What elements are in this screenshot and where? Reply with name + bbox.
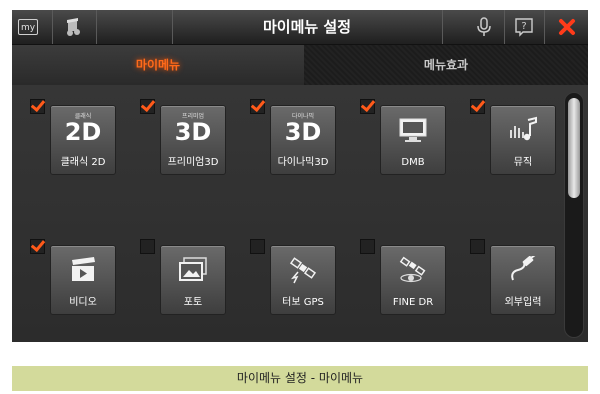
music-player-icon[interactable] — [64, 17, 86, 37]
menu-item-dmb[interactable]: DMB — [356, 99, 461, 199]
monitor-icon — [399, 118, 427, 142]
checkbox[interactable] — [140, 99, 155, 114]
satellite-icon — [289, 257, 317, 284]
menu-item-turbogps[interactable]: 터보 GPS — [246, 239, 351, 339]
menu-item-external[interactable]: 외부입력 — [466, 239, 571, 339]
menu-tile[interactable]: 포토 — [160, 245, 226, 315]
tile-mode: 3D — [174, 118, 212, 146]
divider — [96, 10, 97, 44]
checkbox[interactable] — [360, 239, 375, 254]
menu-item-dynamic3d[interactable]: 다이나믹 3D 다이나믹3D — [246, 99, 351, 199]
checkbox[interactable] — [140, 239, 155, 254]
checkbox[interactable] — [470, 239, 485, 254]
window-title: 마이메뉴 설정 — [262, 18, 352, 36]
photo-icon — [179, 257, 207, 281]
svg-text:?: ? — [521, 21, 526, 32]
tile-label: 외부입력 — [504, 297, 542, 308]
menu-item-music[interactable]: 뮤직 — [466, 99, 571, 199]
menu-tile[interactable]: 비디오 — [50, 245, 116, 315]
menu-item-photo[interactable]: 포토 — [136, 239, 241, 339]
tab-menu-effect[interactable]: 메뉴효과 — [304, 45, 588, 85]
tile-label: 다이나믹3D — [277, 157, 329, 168]
tile-label: 포토 — [183, 297, 203, 308]
checkbox[interactable] — [360, 99, 375, 114]
music-icon — [510, 116, 537, 141]
tile-mode: 2D — [64, 118, 102, 146]
tile-label: FINE DR — [392, 297, 434, 308]
tile-mode: 3D — [284, 118, 322, 146]
my-button[interactable]: my — [18, 19, 38, 35]
checkbox[interactable] — [470, 99, 485, 114]
menu-tile[interactable]: 터보 GPS — [270, 245, 336, 315]
divider — [52, 10, 53, 44]
menu-tile[interactable]: 프리미엄 3D 프리미엄3D — [160, 105, 226, 175]
checkbox[interactable] — [250, 99, 265, 114]
clapperboard-icon — [72, 257, 95, 281]
scrollbar[interactable] — [564, 92, 584, 338]
help-icon[interactable]: ? — [514, 17, 534, 37]
tile-label: 프리미엄3D — [167, 157, 219, 168]
tile-label: 클래식 2D — [60, 157, 106, 168]
menu-item-premium3d[interactable]: 프리미엄 3D 프리미엄3D — [136, 99, 241, 199]
cable-icon — [511, 256, 536, 281]
menu-item-classic2d[interactable]: 클래식 2D 클래식 2D — [26, 99, 131, 199]
device-screen: my 마이메뉴 설정 ? 마이메뉴 메뉴효과 클래식 2D 클래식 2D 프리미… — [12, 10, 588, 342]
screen-caption: 마이메뉴 설정 - 마이메뉴 — [12, 366, 588, 391]
checkbox[interactable] — [30, 99, 45, 114]
menu-tile[interactable]: 클래식 2D 클래식 2D — [50, 105, 116, 175]
microphone-icon[interactable] — [476, 17, 492, 37]
checkbox[interactable] — [30, 239, 45, 254]
menu-tile[interactable]: FINE DR — [380, 245, 446, 315]
divider — [504, 10, 505, 44]
top-bar: my 마이메뉴 설정 ? — [12, 10, 588, 45]
menu-item-finedr[interactable]: FINE DR — [356, 239, 461, 339]
menu-grid: 클래식 2D 클래식 2D 프리미엄 3D 프리미엄3D 다이나믹 3D 다이나… — [12, 85, 588, 342]
divider — [544, 10, 545, 44]
close-icon[interactable] — [558, 17, 576, 37]
checkbox[interactable] — [250, 239, 265, 254]
divider — [442, 10, 443, 44]
tile-label: 뮤직 — [513, 157, 533, 168]
menu-tile[interactable]: 다이나믹 3D 다이나믹3D — [270, 105, 336, 175]
menu-tile[interactable]: DMB — [380, 105, 446, 175]
tab-bar: 마이메뉴 메뉴효과 — [12, 45, 588, 85]
tab-my-menu[interactable]: 마이메뉴 — [12, 45, 304, 85]
tile-label: 터보 GPS — [282, 297, 324, 308]
tile-label: 비디오 — [69, 297, 97, 308]
menu-tile[interactable]: 외부입력 — [490, 245, 556, 315]
menu-tile[interactable]: 뮤직 — [490, 105, 556, 175]
menu-item-video[interactable]: 비디오 — [26, 239, 131, 339]
satellite-orbit-icon — [399, 256, 426, 283]
tile-label: DMB — [401, 157, 425, 168]
scrollbar-thumb[interactable] — [568, 98, 580, 198]
